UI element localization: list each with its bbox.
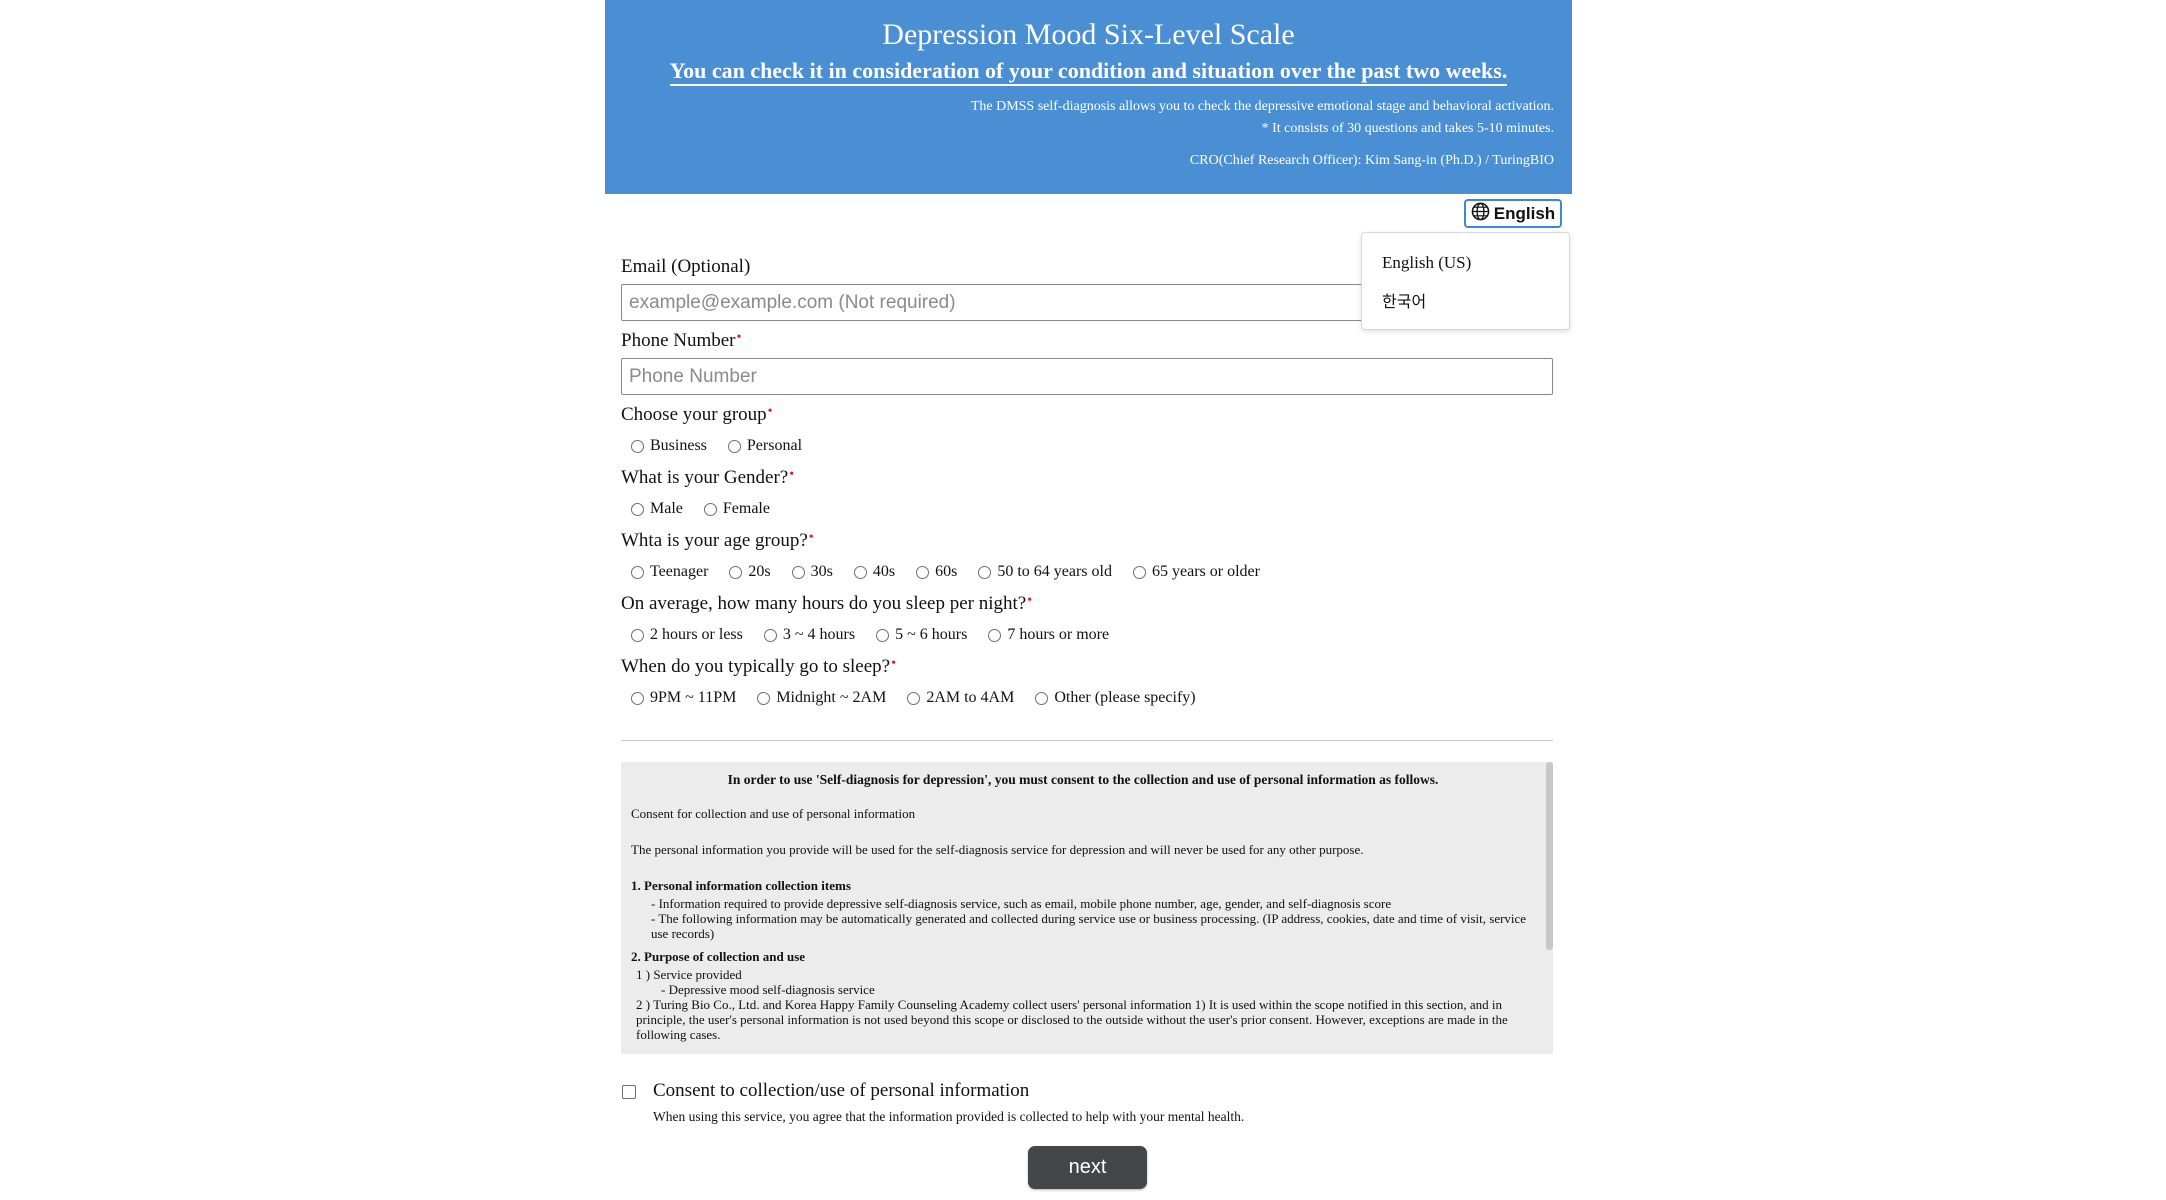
globe-icon	[1471, 202, 1490, 226]
cro-credit: CRO(Chief Research Officer): Kim Sang-in…	[1189, 153, 1554, 168]
divider	[621, 740, 1553, 741]
language-option-korean[interactable]: 한국어	[1382, 288, 1426, 312]
radio-circle[interactable]	[1035, 691, 1049, 705]
section-title: 1. Personal information collection items	[631, 878, 851, 893]
radio-circle[interactable]	[916, 565, 930, 579]
description-text: The DMSS self-diagnosis allows you to ch…	[970, 99, 1554, 114]
language-option-english[interactable]: English (US)	[1382, 253, 1471, 273]
radio-gender-male[interactable]: Male	[631, 500, 683, 518]
radio-age-50-64[interactable]: 50 to 64 years old	[978, 563, 1112, 581]
bedtime-label: When do you typically go to sleep?•	[621, 656, 897, 677]
radio-bedtime-other[interactable]: Other (please specify)	[1035, 689, 1196, 707]
required-marker: •	[1027, 593, 1033, 608]
email-label: Email (Optional)	[621, 256, 751, 277]
list-item: - The following information may be autom…	[651, 911, 1527, 941]
header-banner: Depression Mood Six-Level Scale You can …	[605, 0, 1572, 194]
radio-sleep-7-plus[interactable]: 7 hours or more	[988, 626, 1109, 644]
age-label: Whta is your age group?•	[621, 530, 814, 551]
age-options: Teenager 20s 30s 40s 60s 50 to 64 years …	[631, 563, 1281, 581]
radio-circle[interactable]	[631, 502, 644, 516]
language-dropdown: English (US) 한국어	[1361, 232, 1570, 330]
radio-circle[interactable]	[876, 628, 890, 642]
radio-age-65-plus[interactable]: 65 years or older	[1132, 563, 1260, 581]
page-title: Depression Mood Six-Level Scale	[882, 18, 1295, 51]
radio-sleep-3-4[interactable]: 3 ~ 4 hours	[763, 626, 855, 644]
language-button[interactable]: English	[1464, 199, 1562, 228]
required-marker: •	[767, 404, 773, 419]
required-marker: •	[789, 467, 795, 482]
radio-circle[interactable]	[631, 565, 644, 579]
radio-circle[interactable]	[907, 691, 921, 705]
sleep-hours-options: 2 hours or less 3 ~ 4 hours 5 ~ 6 hours …	[631, 626, 1130, 644]
radio-circle[interactable]	[631, 691, 644, 705]
list-item: 2 ) Turing Bio Co., Ltd. and Korea Happy…	[636, 997, 1508, 1042]
consent-heading: In order to use 'Self-diagnosis for depr…	[727, 772, 1439, 787]
radio-age-60s[interactable]: 60s	[916, 563, 957, 581]
radio-circle[interactable]	[853, 565, 867, 579]
radio-age-30s[interactable]: 30s	[791, 563, 833, 581]
required-marker: •	[808, 530, 814, 545]
radio-sleep-2-or-less[interactable]: 2 hours or less	[631, 626, 743, 644]
phone-label: Phone Number•	[621, 330, 742, 351]
gender-label: What is your Gender?•	[621, 467, 795, 488]
radio-circle[interactable]	[988, 628, 1002, 642]
consent-checkbox-label[interactable]: Consent to collection/use of personal in…	[653, 1080, 1029, 1102]
radio-age-20s[interactable]: 20s	[729, 563, 771, 581]
consent-text-box[interactable]: In order to use 'Self-diagnosis for depr…	[621, 762, 1553, 1054]
radio-circle[interactable]	[631, 628, 644, 642]
radio-age-40s[interactable]: 40s	[853, 563, 895, 581]
duration-note: * It consists of 30 questions and takes …	[1261, 121, 1554, 136]
radio-bedtime-midnight-2am[interactable]: Midnight ~ 2AM	[757, 689, 886, 707]
consent-intro: Consent for collection and use of person…	[631, 806, 916, 821]
required-marker: •	[736, 330, 742, 345]
radio-age-teenager[interactable]: Teenager	[631, 563, 708, 581]
required-marker: •	[891, 656, 897, 671]
list-item: - Information required to provide depres…	[651, 896, 1392, 911]
radio-circle[interactable]	[727, 439, 741, 453]
radio-circle[interactable]	[791, 565, 805, 579]
gender-options: Male Female	[631, 500, 791, 518]
bedtime-options: 9PM ~ 11PM Midnight ~ 2AM 2AM to 4AM Oth…	[631, 689, 1217, 707]
radio-gender-female[interactable]: Female	[703, 500, 770, 518]
radio-bedtime-2am-4am[interactable]: 2AM to 4AM	[907, 689, 1014, 707]
group-options: Business Personal	[631, 437, 823, 455]
consent-note: When using this service, you agree that …	[653, 1109, 1245, 1124]
radio-circle[interactable]	[703, 502, 717, 516]
group-label: Choose your group•	[621, 404, 773, 425]
radio-bedtime-9pm-11pm[interactable]: 9PM ~ 11PM	[631, 689, 736, 707]
radio-circle[interactable]	[978, 565, 992, 579]
radio-circle[interactable]	[1132, 565, 1146, 579]
radio-group-business[interactable]: Business	[631, 437, 707, 455]
radio-circle[interactable]	[729, 565, 743, 579]
radio-circle[interactable]	[763, 628, 777, 642]
sleep-hours-label: On average, how many hours do you sleep …	[621, 593, 1033, 614]
consent-purpose-statement: The personal information you provide wil…	[631, 842, 1364, 857]
consent-checkbox[interactable]	[622, 1085, 636, 1099]
next-button[interactable]: next	[1028, 1146, 1147, 1189]
list-item: - Depressive mood self-diagnosis service	[661, 982, 875, 997]
list-item: 1 ) Service provided	[636, 967, 742, 982]
radio-sleep-5-6[interactable]: 5 ~ 6 hours	[876, 626, 967, 644]
scrollbar-thumb[interactable]	[1546, 762, 1553, 950]
phone-input[interactable]	[621, 358, 1553, 395]
page-container: Depression Mood Six-Level Scale You can …	[605, 0, 1572, 1200]
page-subtitle: You can check it in consideration of you…	[605, 58, 1572, 86]
radio-circle[interactable]	[757, 691, 771, 705]
radio-group-personal[interactable]: Personal	[727, 437, 802, 455]
language-button-label: English	[1493, 203, 1556, 223]
radio-circle[interactable]	[631, 439, 644, 453]
section-title: 2. Purpose of collection and use	[631, 949, 806, 964]
